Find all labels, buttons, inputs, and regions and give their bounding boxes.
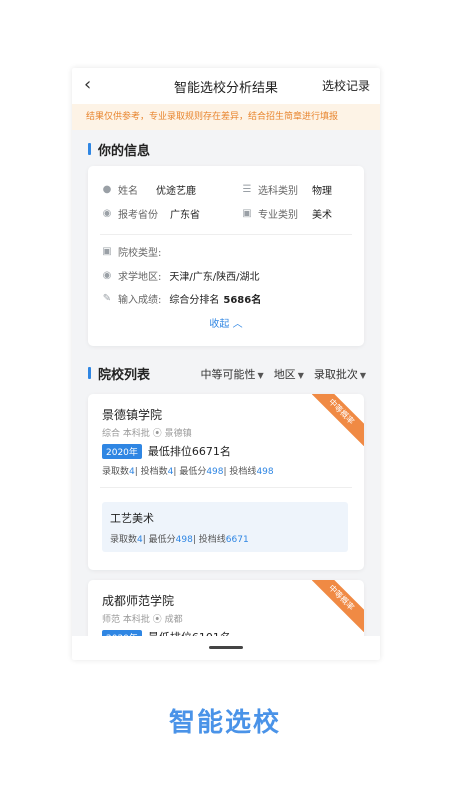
location-icon: ◉ — [102, 208, 112, 219]
probability-ribbon: 中等概率 — [312, 394, 364, 446]
pencil-icon: ✎ — [102, 293, 112, 304]
phone-screen: ‹ 智能选校分析结果 选校记录 结果仅供参考，专业录取规则存在差异，结合招生简章… — [72, 68, 380, 660]
info-card: ● 姓名 优途艺鹿 ☰ 选科类别 物理 ◉ 报考省份 广东省 ▣ 专业类别 美术… — [88, 166, 364, 346]
slogan: 智能选校 — [168, 708, 281, 738]
school-location: 景德镇 — [164, 429, 192, 439]
name-label: 姓名 — [118, 186, 138, 197]
name-row: ● 姓名 优途艺鹿 — [100, 182, 196, 197]
school-divider — [100, 487, 352, 488]
major-type-value: 美术 — [312, 210, 332, 221]
school-card[interactable]: 中等概率 景德镇学院 综合 本科批 ⦿ 景德镇 2020年 最低排位6671名 … — [88, 394, 364, 570]
score-label: 输入成绩: — [118, 295, 162, 306]
min-rank: 最低排位6671名 — [147, 445, 231, 458]
subject-row: ☰ 选科类别 物理 — [240, 182, 332, 197]
collapse-button[interactable]: 收起 ︿ — [88, 315, 364, 330]
probability-ribbon: 中等概率 — [312, 580, 364, 632]
score-row: ✎ 输入成绩: 综合分排名 5686名 — [100, 291, 261, 306]
book-icon: ▣ — [102, 246, 112, 257]
subject-label: 选科类别 — [258, 186, 298, 197]
nav-bar: ‹ 智能选校分析结果 选校记录 — [72, 68, 380, 104]
region-row: ◉ 求学地区: 天津/广东/陕西/湖北 — [100, 268, 260, 283]
school-meta: 师范 本科批 ⦿ 成都 — [102, 615, 183, 625]
notice-banner: 结果仅供参考，专业录取规则存在差异，结合招生简章进行填报 — [72, 104, 380, 130]
year-badge: 2020年 — [102, 443, 142, 459]
school-type-label: 院校类型: — [118, 248, 162, 259]
score-value: 5686名 — [223, 295, 262, 306]
score-prefix: 综合分排名 — [169, 295, 220, 306]
region-value: 天津/广东/陕西/湖北 — [169, 272, 260, 283]
school-location: 成都 — [164, 615, 183, 625]
school-name: 成都师范学院 — [102, 594, 175, 608]
location-icon: ◉ — [102, 270, 112, 281]
school-type-row: ▣ 院校类型: — [100, 244, 161, 259]
selection-record-button[interactable]: 选校记录 — [322, 77, 370, 94]
filter-bar: 中等可能性 ▼ 地区 ▼ 录取批次 ▼ — [201, 366, 366, 382]
caret-down-icon: ▼ — [359, 371, 366, 380]
major-name: 工艺美术 — [110, 512, 154, 525]
info-divider — [100, 234, 352, 235]
filter-region[interactable]: 地区 ▼ — [274, 366, 304, 382]
school-stats: 录取数4| 投档数4| 最低分498| 投档线498 — [102, 467, 274, 477]
province-label: 报考省份 — [118, 210, 158, 221]
subject-value: 物理 — [312, 186, 332, 197]
list-section-title: 院校列表 — [88, 364, 150, 383]
caret-down-icon: ▼ — [297, 371, 304, 380]
major-item[interactable]: 工艺美术 录取数4| 最低分498| 投档线6671 — [102, 502, 348, 552]
major-stats: 录取数4| 最低分498| 投档线6671 — [110, 535, 249, 545]
layers-icon: ☰ — [242, 184, 252, 195]
name-value: 优途艺鹿 — [156, 186, 196, 197]
ribbon-label: 中等概率 — [312, 580, 364, 632]
region-label: 求学地区: — [118, 272, 162, 283]
caret-down-icon: ▼ — [257, 371, 264, 380]
school-name: 景德镇学院 — [102, 408, 163, 422]
home-indicator[interactable] — [209, 646, 243, 649]
book-icon: ▣ — [242, 208, 252, 219]
filter-batch[interactable]: 录取批次 ▼ — [314, 366, 366, 382]
location-icon: ⦿ — [152, 615, 165, 625]
ribbon-label: 中等概率 — [312, 394, 364, 446]
location-icon: ⦿ — [152, 429, 165, 439]
filter-probability[interactable]: 中等可能性 ▼ — [201, 366, 264, 382]
province-row: ◉ 报考省份 广东省 — [100, 206, 200, 221]
info-section-title: 你的信息 — [88, 140, 150, 159]
province-value: 广东省 — [170, 210, 200, 221]
major-type-row: ▣ 专业类别 美术 — [240, 206, 332, 221]
major-type-label: 专业类别 — [258, 210, 298, 221]
user-icon: ● — [102, 184, 112, 195]
school-meta: 综合 本科批 ⦿ 景德镇 — [102, 429, 192, 439]
rank-line: 2020年 最低排位6671名 — [102, 443, 231, 459]
